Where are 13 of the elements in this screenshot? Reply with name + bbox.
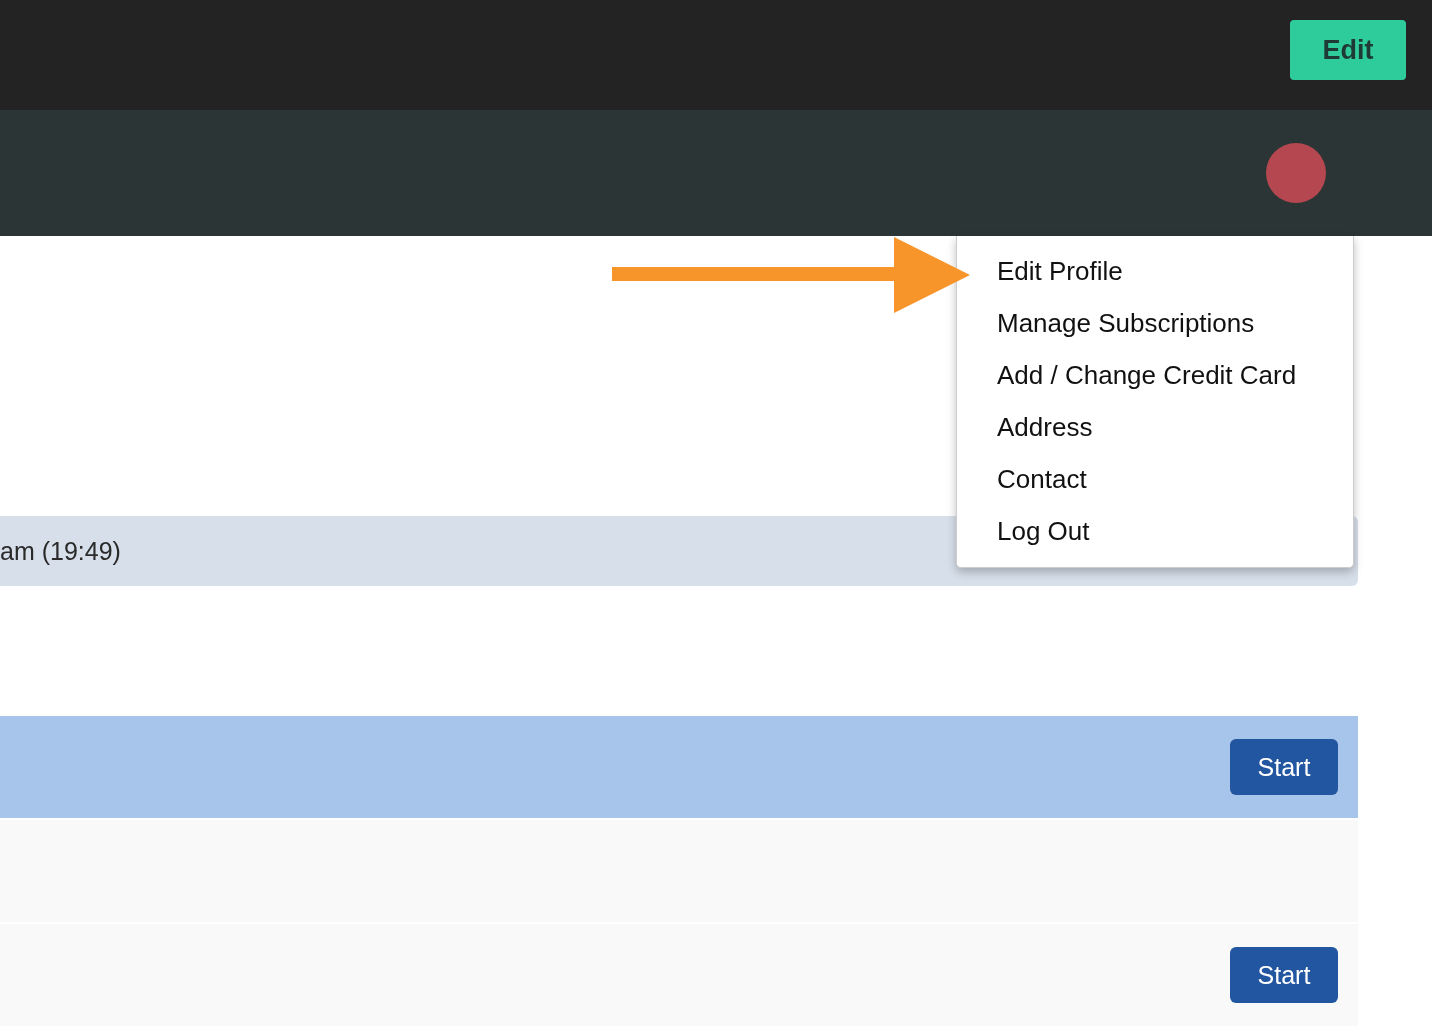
start-button[interactable]: Start (1230, 739, 1338, 795)
menu-item[interactable]: Log Out (997, 506, 1353, 558)
menu-item[interactable]: Manage Subscriptions (997, 298, 1353, 350)
notice-text: am (19:49) (0, 536, 121, 566)
menu-item[interactable]: Edit Profile (997, 246, 1353, 298)
edit-button[interactable]: Edit (1290, 20, 1406, 80)
menu-item[interactable]: Contact (997, 454, 1353, 506)
menu-item[interactable]: Add / Change Credit Card (997, 350, 1353, 402)
avatar-photo-placeholder[interactable] (1266, 143, 1326, 203)
menu-item[interactable]: Address (997, 402, 1353, 454)
list-row[interactable]: Start (0, 716, 1358, 820)
start-button[interactable]: Start (1230, 947, 1338, 1003)
list-row[interactable]: Start (0, 924, 1358, 1028)
